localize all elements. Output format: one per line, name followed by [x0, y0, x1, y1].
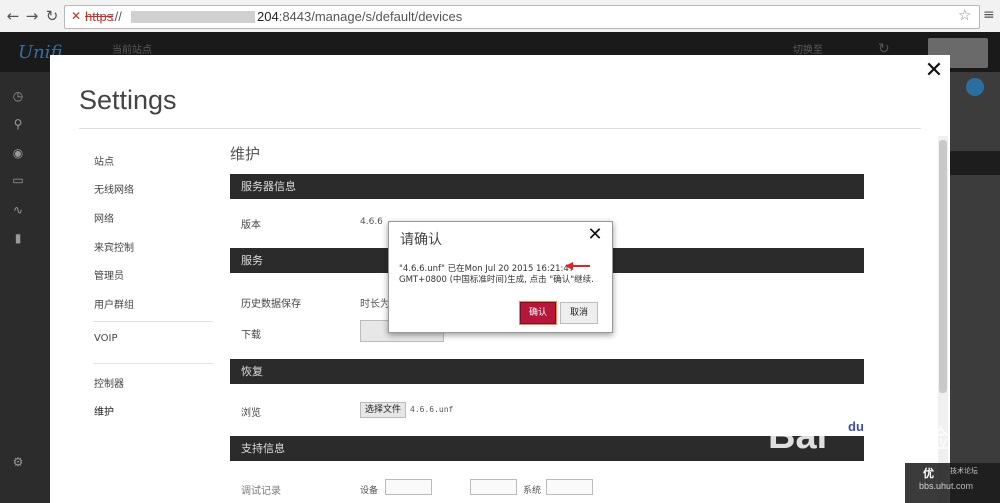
support-title: 支持信息 — [241, 442, 285, 455]
watermark-url: jingyan.baidu.com — [770, 461, 899, 478]
confirm-cancel-button[interactable]: 取消 — [560, 302, 598, 324]
browser-toolbar: ← → ↻ ✕ https :// 204:8443/manage/s/defa… — [0, 0, 1000, 33]
url-path: :8443/manage/s/default/devices — [278, 9, 463, 24]
app-right-button[interactable] — [966, 78, 984, 96]
confirm-dialog: 请确认 ✕ "4.6.6.unf" 已在Mon Jul 20 2015 16:2… — [388, 221, 613, 333]
clients-icon[interactable]: ▭ — [10, 172, 26, 188]
level-select[interactable] — [470, 479, 517, 495]
version-value: 4.6.6 — [360, 217, 383, 227]
switch-site-label: 切换至 — [793, 45, 823, 56]
divider — [79, 128, 921, 129]
back-icon[interactable]: ← — [4, 7, 22, 25]
browse-label: 浏览 — [241, 408, 261, 419]
svg-text:du: du — [848, 419, 864, 434]
insights-icon[interactable]: ▮ — [10, 230, 26, 246]
url-separator: :// — [111, 9, 122, 24]
settings-title: Settings — [79, 85, 177, 115]
watermark-badge-b: 技术论坛 — [950, 467, 978, 475]
dialog-close-icon[interactable]: ✕ — [586, 226, 604, 244]
annotation-arrow-icon — [565, 262, 590, 270]
scrollbar-thumb[interactable] — [939, 140, 947, 393]
reload-icon[interactable]: ↻ — [43, 7, 61, 25]
watermark-badge: 优 技术论坛 bbs.uhut.com — [905, 463, 1000, 503]
services-title: 服务 — [241, 254, 263, 267]
address-bar[interactable]: ✕ https :// 204:8443/manage/s/default/de… — [64, 5, 980, 29]
nav-item-voip[interactable]: VOIP — [94, 333, 118, 344]
dialog-title: 请确认 — [400, 232, 442, 248]
nav-item-wireless[interactable]: 无线网络 — [94, 181, 134, 196]
baidu-watermark: Bai du 经验 jingyan.baidu.com 优 技术论坛 bbs.u… — [760, 393, 1000, 503]
history-value: 时长为 — [360, 299, 390, 310]
file-name: 4.6.6.unf — [410, 405, 454, 414]
nav-item-site[interactable]: 站点 — [94, 153, 114, 168]
nav-item-guest-control[interactable]: 来宾控制 — [94, 239, 134, 254]
settings-gear-icon[interactable]: ⚙ — [10, 454, 26, 470]
system-label: 系统 — [523, 486, 542, 496]
forward-icon[interactable]: → — [23, 7, 41, 25]
watermark-brand2: 经验 — [897, 425, 950, 455]
server-info-header: 服务器信息 — [230, 174, 864, 199]
baidu-paw-icon: du — [837, 394, 880, 436]
statistics-icon[interactable]: ∿ — [10, 202, 26, 218]
map-icon[interactable]: ⚲ — [10, 116, 26, 132]
url-redacted — [131, 11, 255, 23]
browser-menu-icon[interactable]: ≡ — [983, 7, 995, 23]
device-select[interactable] — [385, 479, 432, 495]
devices-icon[interactable]: ◉ — [10, 145, 26, 161]
server-info-title: 服务器信息 — [241, 180, 296, 193]
choose-file-button[interactable]: 选择文件 — [360, 402, 406, 418]
confirm-ok-button[interactable]: 确认 — [519, 301, 557, 325]
current-site-label: 当前站点 — [112, 45, 152, 56]
nav-item-controller[interactable]: 控制器 — [94, 375, 124, 390]
watermark-brand: Bai — [768, 415, 828, 457]
nav-item-network[interactable]: 网络 — [94, 210, 114, 225]
history-label: 历史数据保存 — [241, 299, 301, 310]
debug-log-label: 调试记录 — [241, 486, 281, 497]
url-scheme: https — [85, 9, 114, 24]
dashboard-icon[interactable]: ◷ — [10, 88, 26, 104]
settings-close-icon[interactable]: ✕ — [924, 60, 944, 82]
nav-divider — [93, 363, 213, 364]
watermark-badge-c: bbs.uhut.com — [919, 481, 974, 491]
nav-divider — [93, 321, 213, 322]
nav-item-user-groups[interactable]: 用户群组 — [94, 296, 134, 311]
system-select[interactable] — [546, 479, 593, 495]
version-label: 版本 — [241, 220, 261, 231]
device-label: 设备 — [360, 486, 379, 496]
insecure-lock-icon: ✕ — [71, 9, 82, 23]
watermark-badge-a: 优 — [923, 467, 934, 480]
url-host: 204 — [257, 9, 279, 24]
nav-item-admins[interactable]: 管理员 — [94, 267, 124, 282]
app-sidebar: ◷ ⚲ ◉ ▭ ∿ ▮ ⚙ — [0, 72, 50, 503]
restore-header: 恢复 — [230, 359, 864, 384]
app-right-strip — [950, 151, 1000, 175]
nav-item-maintenance[interactable]: 维护 — [94, 403, 114, 418]
download-label: 下载 — [241, 330, 261, 341]
restore-title: 恢复 — [241, 365, 263, 378]
dialog-message-line2: GMT+0800 (中国标准时间)生成, 点击 "确认"继续. — [399, 275, 594, 285]
section-title: 维护 — [230, 145, 261, 163]
bookmark-star-icon[interactable]: ☆ — [958, 6, 971, 24]
